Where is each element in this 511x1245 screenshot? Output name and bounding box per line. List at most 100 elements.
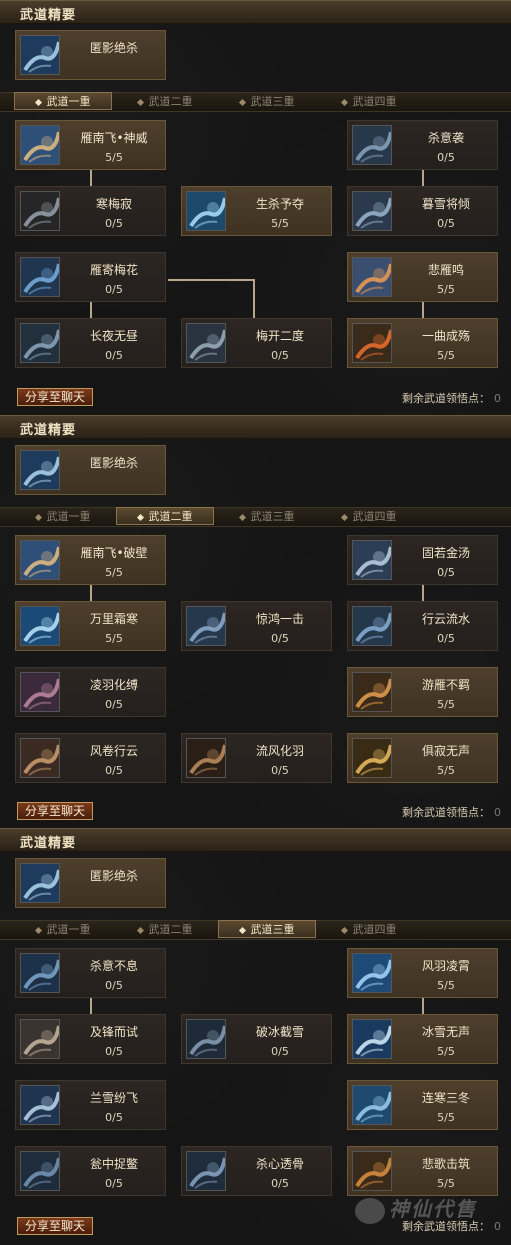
skill-level: 0/5 — [105, 979, 123, 992]
connector-line — [422, 585, 424, 601]
skill-level: 0/5 — [271, 1177, 289, 1190]
skill-name: 游雁不羁 — [421, 678, 470, 692]
skill-node[interactable]: 凌羽化缚 0/5 — [15, 667, 166, 717]
section-header: 武道精要 — [0, 828, 511, 852]
connector-line — [90, 302, 92, 318]
skill-node[interactable]: 悲雁鸣 5/5 — [347, 252, 498, 302]
skill-node[interactable]: 杀意袭 0/5 — [347, 120, 498, 170]
skill-node[interactable]: 雁南飞•神威 5/5 — [15, 120, 166, 170]
skill-level: 0/5 — [105, 698, 123, 711]
skill-name: 流风化羽 — [255, 744, 304, 758]
skill-node[interactable]: 游雁不羁 5/5 — [347, 667, 498, 717]
skill-level: 0/5 — [437, 632, 455, 645]
skill-level: 0/5 — [105, 283, 123, 296]
skill-node[interactable]: 风羽凌霄 5/5 — [347, 948, 498, 998]
skill-name: 瓮中捉鳖 — [89, 1157, 138, 1171]
skill-node[interactable]: 固若金汤 0/5 — [347, 535, 498, 585]
skill-node[interactable]: 破冰截雪 0/5 — [181, 1014, 332, 1064]
skill-node[interactable]: 万里霜寒 5/5 — [15, 601, 166, 651]
skill-level: 5/5 — [105, 566, 123, 579]
skill-name: 俱寂无声 — [421, 744, 470, 758]
ice-break-icon — [186, 1019, 226, 1059]
spirit-icon — [20, 257, 60, 297]
frost-icon — [20, 606, 60, 646]
skill-level: 0/5 — [271, 1045, 289, 1058]
skill-level: 0/5 — [271, 632, 289, 645]
skill-level: 5/5 — [437, 979, 455, 992]
tab-tier-2[interactable]: 武道二重 — [116, 921, 214, 939]
tab-tier-4[interactable]: 武道四重 — [320, 921, 418, 939]
tab-label: 武道一重 — [46, 95, 91, 108]
skill-level: 0/5 — [105, 349, 123, 362]
skill-node[interactable]: 俱寂无声 5/5 — [347, 733, 498, 783]
skill-node[interactable]: 一曲成殇 5/5 — [347, 318, 498, 368]
summary-skill[interactable]: 匿影绝杀 — [15, 445, 166, 495]
skill-node[interactable]: 长夜无昼 0/5 — [15, 318, 166, 368]
skill-node[interactable]: 梅开二度 0/5 — [181, 318, 332, 368]
tab-tier-2[interactable]: 武道二重 — [116, 507, 214, 525]
skill-level: 0/5 — [105, 764, 123, 777]
skill-node[interactable]: 杀意不息 0/5 — [15, 948, 166, 998]
tab-tier-1[interactable]: 武道一重 — [14, 92, 112, 110]
summary-skill[interactable]: 匿影绝杀 — [15, 30, 166, 80]
skill-name: 固若金汤 — [421, 546, 470, 560]
tab-label: 武道二重 — [148, 923, 193, 936]
section-header: 武道精要 — [0, 415, 511, 439]
tab-tier-4[interactable]: 武道四重 — [320, 93, 418, 111]
tab-tier-2[interactable]: 武道二重 — [116, 93, 214, 111]
skill-name: 生杀予夺 — [255, 197, 304, 211]
skill-node[interactable]: 生杀予夺 5/5 — [181, 186, 332, 236]
skill-name: 悲雁鸣 — [427, 263, 464, 277]
skill-name: 连寒三冬 — [421, 1091, 470, 1105]
skill-level: 0/5 — [437, 217, 455, 230]
summary-skill[interactable]: 匿影绝杀 — [15, 858, 166, 908]
tab-label: 武道一重 — [46, 923, 91, 936]
skill-level: 5/5 — [437, 283, 455, 296]
skill-node[interactable]: 冰雪无声 5/5 — [347, 1014, 498, 1064]
connector-line — [90, 585, 92, 601]
tab-tier-1[interactable]: 武道一重 — [14, 508, 112, 526]
diamond-icon — [136, 98, 144, 106]
share-to-chat-button[interactable]: 分享至聊天 — [17, 388, 93, 406]
tab-tier-3[interactable]: 武道三重 — [218, 93, 316, 111]
tab-tier-4[interactable]: 武道四重 — [320, 508, 418, 526]
skill-name: 凌羽化缚 — [89, 678, 138, 692]
trap-icon — [20, 1151, 60, 1191]
skill-level: 5/5 — [437, 349, 455, 362]
sky-feather-icon — [352, 953, 392, 993]
skill-node[interactable]: 瓮中捉鳖 0/5 — [15, 1146, 166, 1196]
skill-node[interactable]: 雁南飞•破壁 5/5 — [15, 535, 166, 585]
tab-tier-1[interactable]: 武道一重 — [14, 921, 112, 939]
skill-name: 悲歌击筑 — [421, 1157, 470, 1171]
connector-line — [422, 170, 424, 186]
skill-name: 破冰截雪 — [255, 1025, 304, 1039]
skill-node[interactable]: 兰雪纷飞 0/5 — [15, 1080, 166, 1130]
skill-node[interactable]: 杀心透骨 0/5 — [181, 1146, 332, 1196]
skill-level: 0/5 — [437, 566, 455, 579]
skill-node[interactable]: 连寒三冬 5/5 — [347, 1080, 498, 1130]
skill-level: 0/5 — [105, 1177, 123, 1190]
skill-node[interactable]: 流风化羽 0/5 — [181, 733, 332, 783]
share-to-chat-button[interactable]: 分享至聊天 — [17, 802, 93, 820]
diamond-icon — [34, 513, 42, 521]
skill-node[interactable]: 悲歌击筑 5/5 — [347, 1146, 498, 1196]
skill-node[interactable]: 雁寄梅花 0/5 — [15, 252, 166, 302]
snow-beast-icon — [352, 191, 392, 231]
tab-tier-3[interactable]: 武道三重 — [218, 920, 316, 938]
remaining-points-value: 0 — [494, 392, 501, 405]
skill-node[interactable]: 寒梅寂 0/5 — [15, 186, 166, 236]
skill-node[interactable]: 风卷行云 0/5 — [15, 733, 166, 783]
diamond-icon — [340, 926, 348, 934]
section-title: 武道精要 — [20, 8, 77, 23]
summary-skill-name: 匿影绝杀 — [89, 41, 138, 55]
skill-name: 行云流水 — [421, 612, 470, 626]
skill-node[interactable]: 及锋而试 0/5 — [15, 1014, 166, 1064]
skill-node[interactable]: 惊鸿一击 0/5 — [181, 601, 332, 651]
skill-level: 0/5 — [271, 764, 289, 777]
tab-tier-3[interactable]: 武道三重 — [218, 508, 316, 526]
skill-node[interactable]: 暮雪将倾 0/5 — [347, 186, 498, 236]
share-to-chat-button[interactable]: 分享至聊天 — [17, 1217, 93, 1235]
phantom-icon — [352, 125, 392, 165]
skill-node[interactable]: 行云流水 0/5 — [347, 601, 498, 651]
strike-icon — [186, 606, 226, 646]
